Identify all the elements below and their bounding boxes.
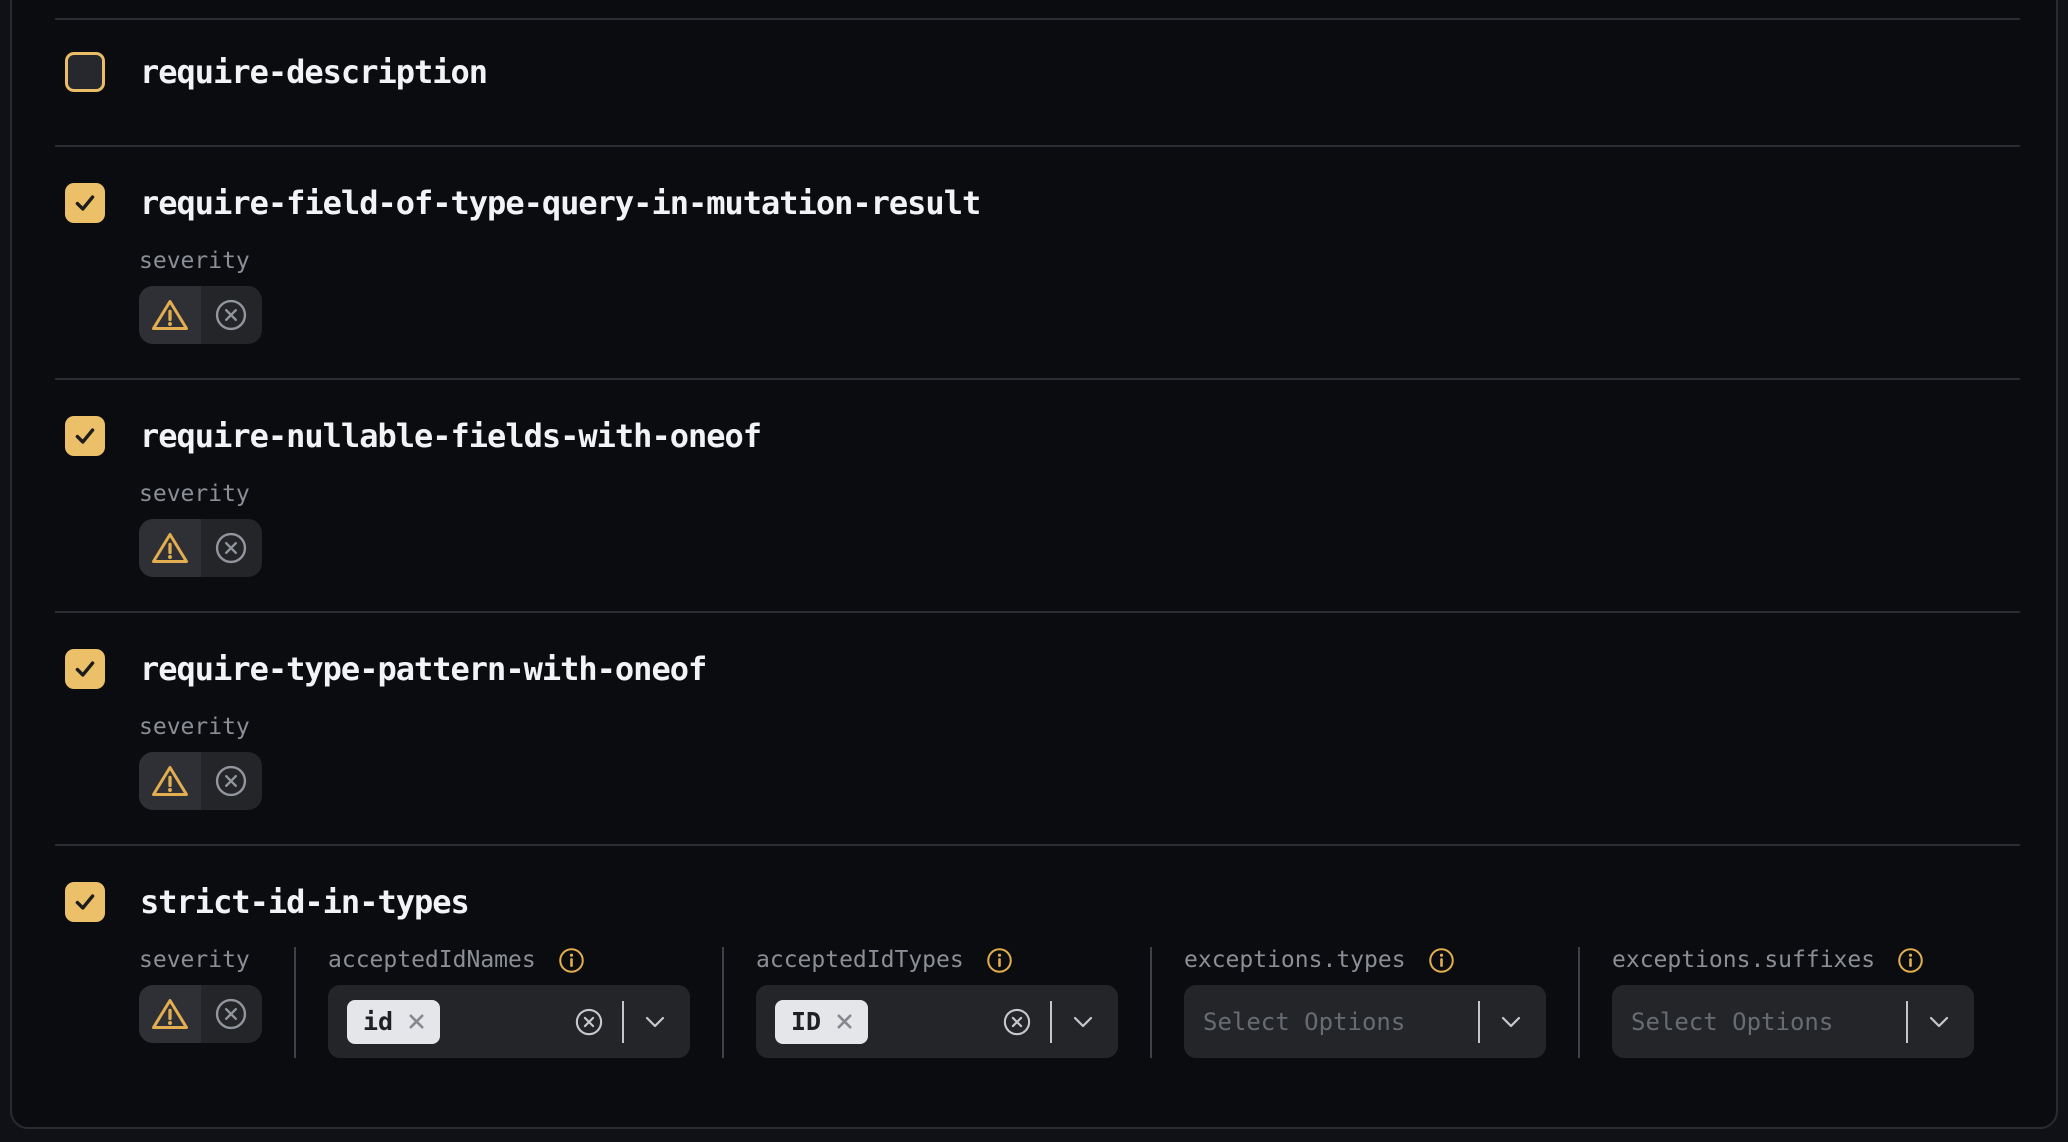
severity-label: severity — [139, 481, 2020, 508]
multiselect-exceptions-types[interactable]: Select Options — [1184, 985, 1546, 1058]
selected-tag: id — [347, 1000, 440, 1044]
info-icon[interactable] — [1428, 947, 1455, 974]
severity-label: severity — [139, 714, 2020, 741]
rules-list: require-description require-field-of-typ… — [12, 0, 2056, 1058]
dropdown-toggle[interactable] — [1500, 1015, 1522, 1029]
remove-tag-icon[interactable] — [406, 1011, 427, 1032]
rule-row: require-field-of-type-query-in-mutation-… — [55, 145, 2020, 378]
chevron-down-icon — [1928, 1015, 1950, 1029]
rules-panel: require-description require-field-of-typ… — [10, 0, 2058, 1129]
tag-text: ID — [791, 1009, 821, 1034]
chevron-down-icon — [1072, 1015, 1094, 1029]
option-column-exceptions-suffixes: exceptions.suffixes Select Options — [1612, 947, 1974, 1058]
chevron-down-icon — [1500, 1015, 1522, 1029]
option-column-acceptedIdTypes: acceptedIdTypes ID — [756, 947, 1118, 1058]
select-divider — [1050, 1001, 1052, 1043]
rule-row: require-nullable-fields-with-oneof sever… — [55, 378, 2020, 611]
multiselect-exceptions-suffixes[interactable]: Select Options — [1612, 985, 1974, 1058]
rule-checkbox[interactable] — [65, 416, 105, 456]
severity-warn-button[interactable] — [139, 286, 201, 344]
select-divider — [1478, 1001, 1480, 1043]
warning-triangle-icon — [150, 996, 190, 1032]
selected-tag: ID — [775, 1000, 868, 1044]
severity-toggle — [139, 752, 262, 810]
circle-x-icon — [574, 1007, 604, 1037]
rule-options: severity — [139, 947, 2020, 1058]
select-divider — [622, 1001, 624, 1043]
severity-toggle — [139, 286, 262, 344]
circle-x-icon — [213, 530, 249, 566]
checkmark-icon — [72, 889, 98, 915]
rule-row: require-type-pattern-with-oneof severity — [55, 611, 2020, 844]
option-label: acceptedIdTypes — [756, 947, 964, 974]
select-placeholder: Select Options — [1631, 1008, 1833, 1036]
rule-title: require-nullable-fields-with-oneof — [140, 416, 761, 456]
rule-title: require-type-pattern-with-oneof — [140, 649, 706, 689]
severity-off-button[interactable] — [201, 985, 263, 1043]
column-divider — [294, 947, 296, 1058]
select-placeholder: Select Options — [1203, 1008, 1405, 1036]
multiselect-acceptedIdNames[interactable]: id — [328, 985, 690, 1058]
rule-checkbox[interactable] — [65, 52, 105, 92]
severity-toggle — [139, 519, 262, 577]
severity-off-button[interactable] — [201, 286, 263, 344]
option-label: exceptions.types — [1184, 947, 1406, 974]
option-label: acceptedIdNames — [328, 947, 536, 974]
column-divider — [1578, 947, 1580, 1058]
severity-toggle — [139, 985, 262, 1043]
warning-triangle-icon — [150, 297, 190, 333]
severity-off-button[interactable] — [201, 752, 263, 810]
rule-checkbox[interactable] — [65, 649, 105, 689]
rule-checkbox[interactable] — [65, 882, 105, 922]
circle-x-icon — [1002, 1007, 1032, 1037]
severity-column: severity — [139, 947, 262, 1058]
severity-label: severity — [139, 947, 262, 974]
info-icon[interactable] — [558, 947, 585, 974]
severity-label: severity — [139, 248, 2020, 275]
info-icon[interactable] — [986, 947, 1013, 974]
rule-checkbox[interactable] — [65, 183, 105, 223]
info-icon[interactable] — [1897, 947, 1924, 974]
severity-off-button[interactable] — [201, 519, 263, 577]
checkmark-icon — [72, 423, 98, 449]
checkmark-icon — [72, 190, 98, 216]
clear-all-button[interactable] — [574, 1007, 604, 1037]
rule-row: strict-id-in-types severity — [55, 844, 2020, 1058]
select-divider — [1906, 1001, 1908, 1043]
rule-row: require-description — [55, 18, 2020, 145]
option-column-acceptedIdNames: acceptedIdNames id — [328, 947, 690, 1058]
circle-x-icon — [213, 996, 249, 1032]
severity-warn-button[interactable] — [139, 985, 201, 1043]
rule-title: require-field-of-type-query-in-mutation-… — [140, 183, 980, 223]
multiselect-acceptedIdTypes[interactable]: ID — [756, 985, 1118, 1058]
dropdown-toggle[interactable] — [1072, 1015, 1094, 1029]
clear-all-button[interactable] — [1002, 1007, 1032, 1037]
tag-text: id — [363, 1009, 393, 1034]
warning-triangle-icon — [150, 530, 190, 566]
circle-x-icon — [213, 297, 249, 333]
severity-warn-button[interactable] — [139, 519, 201, 577]
severity-warn-button[interactable] — [139, 752, 201, 810]
remove-tag-icon[interactable] — [834, 1011, 855, 1032]
column-divider — [1150, 947, 1152, 1058]
circle-x-icon — [213, 763, 249, 799]
dropdown-toggle[interactable] — [644, 1015, 666, 1029]
option-column-exceptions-types: exceptions.types Select Options — [1184, 947, 1546, 1058]
option-label: exceptions.suffixes — [1612, 947, 1875, 974]
warning-triangle-icon — [150, 763, 190, 799]
checkmark-icon — [72, 656, 98, 682]
rule-title: require-description — [140, 52, 487, 92]
chevron-down-icon — [644, 1015, 666, 1029]
column-divider — [722, 947, 724, 1058]
rule-title: strict-id-in-types — [140, 882, 469, 922]
dropdown-toggle[interactable] — [1928, 1015, 1950, 1029]
